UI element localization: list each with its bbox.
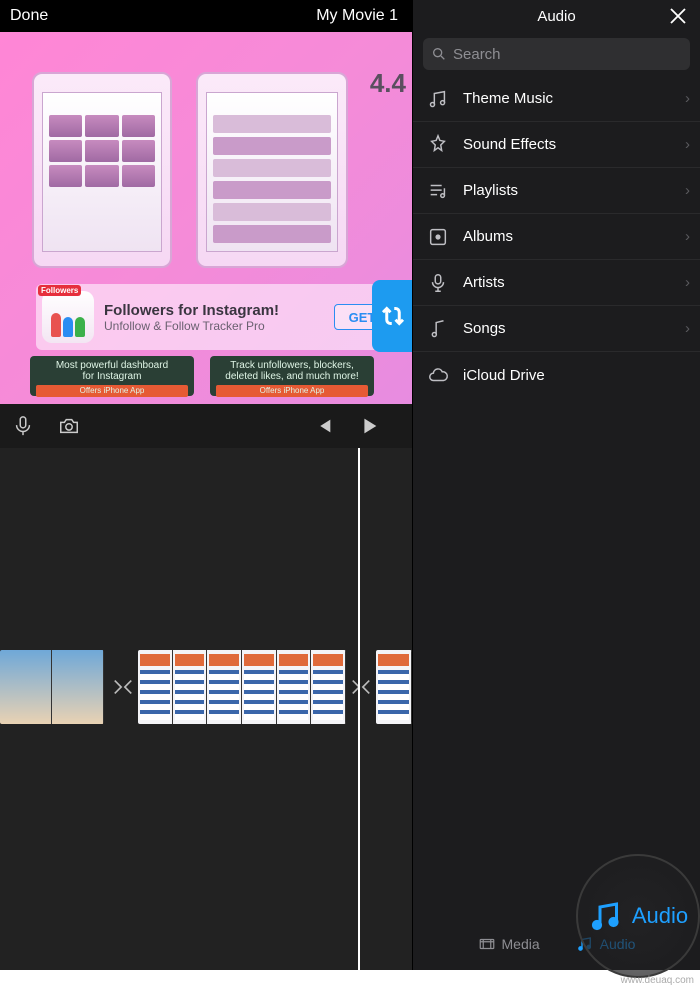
skip-back-icon[interactable] xyxy=(312,415,334,437)
play-icon[interactable] xyxy=(358,415,380,437)
search-icon xyxy=(431,46,447,62)
menu-label: Albums xyxy=(463,228,513,245)
menu-label: Playlists xyxy=(463,182,518,199)
playlists-icon xyxy=(427,180,449,202)
chevron-right-icon: › xyxy=(685,136,690,153)
app-rating: 4.4 xyxy=(370,68,406,99)
followers-badge: Followers xyxy=(38,285,81,296)
menu-label: Sound Effects xyxy=(463,136,556,153)
artists-icon xyxy=(427,272,449,294)
clip-2[interactable] xyxy=(138,650,346,724)
menu-artists[interactable]: Artists › xyxy=(413,260,700,306)
theme-music-icon xyxy=(427,88,449,110)
editor-toolbar xyxy=(0,404,412,448)
editor-topbar: Done My Movie 1 xyxy=(0,0,412,32)
tab-label: Media xyxy=(502,936,540,952)
timeline[interactable] xyxy=(0,448,412,970)
preview-tablet-right xyxy=(196,72,348,268)
done-button[interactable]: Done xyxy=(10,7,48,25)
preview-tablet-left xyxy=(32,72,172,268)
chevron-right-icon: › xyxy=(685,182,690,199)
watermark: www.deuaq.com xyxy=(0,975,700,986)
albums-icon xyxy=(427,226,449,248)
menu-songs[interactable]: Songs › xyxy=(413,306,700,352)
sound-effects-icon xyxy=(427,134,449,156)
app-subtitle: Unfollow & Follow Tracker Pro xyxy=(104,319,334,333)
transition-icon[interactable] xyxy=(110,672,136,702)
search-placeholder: Search xyxy=(453,46,501,63)
icloud-icon xyxy=(427,364,449,386)
music-icon xyxy=(576,935,594,953)
chevron-right-icon: › xyxy=(685,90,690,107)
tab-label: Audio xyxy=(600,936,636,952)
menu-label: iCloud Drive xyxy=(463,367,545,384)
songs-icon xyxy=(427,318,449,340)
tab-media[interactable]: Media xyxy=(478,935,540,953)
chevron-right-icon: › xyxy=(685,320,690,337)
video-preview[interactable]: 4.4 Followers Fo xyxy=(0,32,412,404)
tab-audio[interactable]: Audio xyxy=(576,935,636,953)
audio-panel: Audio Search Theme Music › Sound Effects… xyxy=(412,0,700,970)
microphone-icon[interactable] xyxy=(12,415,34,437)
app-title: Followers for Instagram! xyxy=(104,302,334,319)
panel-title: Audio xyxy=(537,8,575,25)
repost-icon xyxy=(372,280,412,352)
menu-icloud-drive[interactable]: iCloud Drive xyxy=(413,352,700,398)
media-icon xyxy=(478,935,496,953)
menu-label: Songs xyxy=(463,320,506,337)
menu-albums[interactable]: Albums › xyxy=(413,214,700,260)
camera-icon[interactable] xyxy=(58,415,80,437)
close-icon[interactable] xyxy=(666,4,690,28)
chevron-right-icon: › xyxy=(685,228,690,245)
promo-card-2: Track unfollowers, blockers,deleted like… xyxy=(210,356,374,396)
bottom-tabs: Media Audio xyxy=(413,918,700,970)
menu-sound-effects[interactable]: Sound Effects › xyxy=(413,122,700,168)
menu-playlists[interactable]: Playlists › xyxy=(413,168,700,214)
appstore-card: Followers Followers for Instagram! Unfol… xyxy=(36,284,402,350)
chevron-right-icon: › xyxy=(685,274,690,291)
transition-icon[interactable] xyxy=(348,672,374,702)
audio-menu: Theme Music › Sound Effects › Playlists … xyxy=(413,76,700,398)
project-title: My Movie 1 xyxy=(316,7,398,25)
clip-1[interactable] xyxy=(0,650,104,724)
menu-label: Theme Music xyxy=(463,90,553,107)
promo-card-1: Most powerful dashboardfor Instagram Off… xyxy=(30,356,194,396)
search-input[interactable]: Search xyxy=(423,38,690,70)
menu-label: Artists xyxy=(463,274,505,291)
clip-3[interactable] xyxy=(376,650,412,724)
menu-theme-music[interactable]: Theme Music › xyxy=(413,76,700,122)
app-icon: Followers xyxy=(42,291,94,343)
playhead[interactable] xyxy=(358,448,360,970)
